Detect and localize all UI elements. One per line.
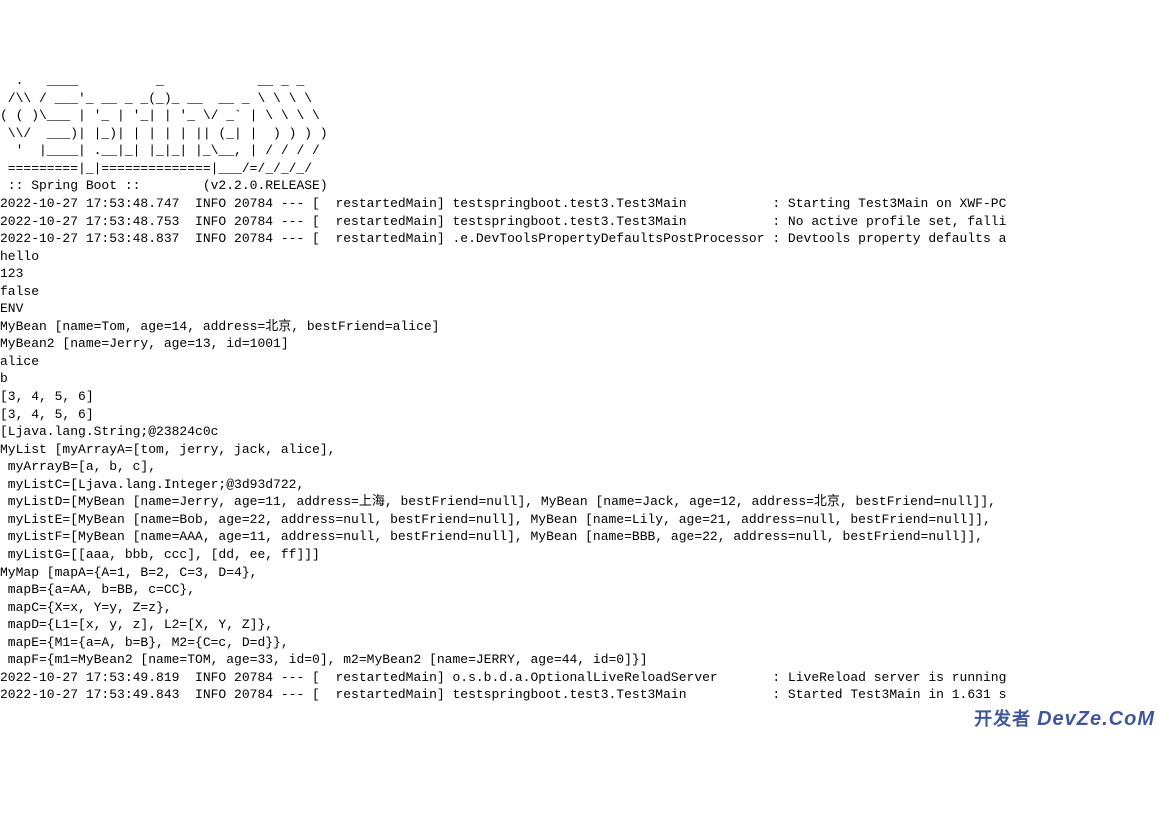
spring-banner-line: \\/ ___)| |_)| | | | | || (_| | ) ) ) ) [0, 125, 1159, 143]
output-line: myListF=[MyBean [name=AAA, age=11, addre… [0, 528, 1159, 546]
log-line: 2022-10-27 17:53:49.843 INFO 20784 --- [… [0, 686, 1159, 704]
output-line: hello [0, 248, 1159, 266]
output-line: myListD=[MyBean [name=Jerry, age=11, add… [0, 493, 1159, 511]
output-line: myListC=[Ljava.lang.Integer;@3d93d722, [0, 476, 1159, 494]
output-line: myListG=[[aaa, bbb, ccc], [dd, ee, ff]]] [0, 546, 1159, 564]
log-line: 2022-10-27 17:53:48.747 INFO 20784 --- [… [0, 195, 1159, 213]
log-line: 2022-10-27 17:53:48.837 INFO 20784 --- [… [0, 230, 1159, 248]
output-line: MyList [myArrayA=[tom, jerry, jack, alic… [0, 441, 1159, 459]
output-line: MyBean2 [name=Jerry, age=13, id=1001] [0, 335, 1159, 353]
output-line: mapE={M1={a=A, b=B}, M2={C=c, D=d}}, [0, 634, 1159, 652]
output-line: mapF={m1=MyBean2 [name=TOM, age=33, id=0… [0, 651, 1159, 669]
output-line: false [0, 283, 1159, 301]
output-line: MyBean [name=Tom, age=14, address=北京, be… [0, 318, 1159, 336]
output-line: mapD={L1=[x, y, z], L2=[X, Y, Z]}, [0, 616, 1159, 634]
output-line: b [0, 370, 1159, 388]
spring-banner-line: :: Spring Boot :: (v2.2.0.RELEASE) [0, 177, 1159, 195]
log-line: 2022-10-27 17:53:48.753 INFO 20784 --- [… [0, 213, 1159, 231]
log-line: 2022-10-27 17:53:49.819 INFO 20784 --- [… [0, 669, 1159, 687]
output-line: MyMap [mapA={A=1, B=2, C=3, D=4}, [0, 564, 1159, 582]
output-line: mapB={a=AA, b=BB, c=CC}, [0, 581, 1159, 599]
console-output[interactable]: . ____ _ __ _ _ /\\ / ___'_ __ _ _(_)_ _… [0, 72, 1159, 704]
output-line: myListE=[MyBean [name=Bob, age=22, addre… [0, 511, 1159, 529]
spring-banner-line: . ____ _ __ _ _ [0, 72, 1159, 90]
output-line: [3, 4, 5, 6] [0, 406, 1159, 424]
spring-banner-line: =========|_|==============|___/=/_/_/_/ [0, 160, 1159, 178]
output-line: 123 [0, 265, 1159, 283]
spring-banner-line: ( ( )\___ | '_ | '_| | '_ \/ _` | \ \ \ … [0, 107, 1159, 125]
output-line: [3, 4, 5, 6] [0, 388, 1159, 406]
spring-banner-line: ' |____| .__|_| |_|_| |_\__, | / / / / [0, 142, 1159, 160]
output-line: [Ljava.lang.String;@23824c0c [0, 423, 1159, 441]
output-line: myArrayB=[a, b, c], [0, 458, 1159, 476]
watermark-cn: 开发者 [974, 709, 1031, 729]
output-line: ENV [0, 300, 1159, 318]
output-line: alice [0, 353, 1159, 371]
output-line: mapC={X=x, Y=y, Z=z}, [0, 599, 1159, 617]
watermark-en: DevZe.CoM [1037, 708, 1155, 730]
spring-banner-line: /\\ / ___'_ __ _ _(_)_ __ __ _ \ \ \ \ [0, 90, 1159, 108]
